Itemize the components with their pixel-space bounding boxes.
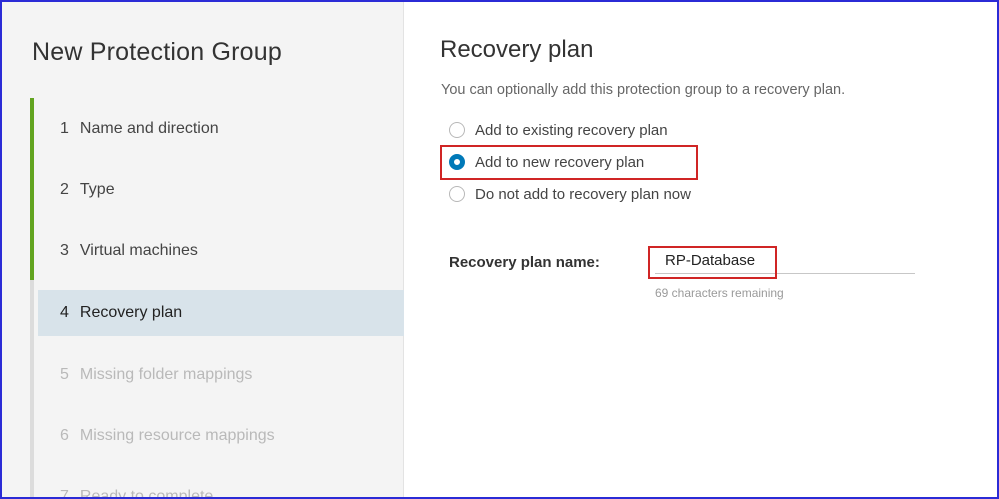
option-add-new-plan[interactable]: Add to new recovery plan bbox=[449, 151, 644, 173]
page-title: Recovery plan bbox=[440, 36, 594, 63]
wizard-content: Recovery plan You can optionally add thi… bbox=[405, 2, 997, 497]
pending-steps-rail bbox=[30, 280, 34, 497]
step-number: 5 bbox=[60, 366, 69, 383]
step-missing-folder-mappings: 5 Missing folder mappings bbox=[38, 352, 404, 398]
step-label: Recovery plan bbox=[79, 304, 183, 321]
step-label: Ready to complete bbox=[79, 488, 214, 499]
characters-remaining: 69 characters remaining bbox=[655, 286, 784, 300]
option-do-not-add[interactable]: Do not add to recovery plan now bbox=[449, 183, 691, 205]
page-description: You can optionally add this protection g… bbox=[441, 82, 846, 98]
step-label: Name and direction bbox=[79, 120, 219, 137]
step-missing-resource-mappings: 6 Missing resource mappings bbox=[38, 413, 404, 459]
step-virtual-machines[interactable]: 3 Virtual machines bbox=[38, 228, 404, 274]
step-type[interactable]: 2 Type bbox=[38, 167, 404, 213]
wizard-window: New Protection Group 1 Name and directio… bbox=[0, 0, 999, 499]
plan-name-label: Recovery plan name: bbox=[449, 254, 600, 271]
step-number: 3 bbox=[60, 242, 69, 259]
option-add-existing-plan[interactable]: Add to existing recovery plan bbox=[449, 119, 668, 141]
option-label: Add to existing recovery plan bbox=[475, 121, 668, 139]
step-number: 7 bbox=[60, 488, 69, 499]
highlight-box bbox=[648, 246, 777, 279]
step-label: Type bbox=[79, 181, 115, 198]
step-number: 6 bbox=[60, 427, 69, 444]
option-label: Do not add to recovery plan now bbox=[475, 185, 691, 203]
step-label: Virtual machines bbox=[79, 242, 198, 259]
wizard-sidebar: New Protection Group 1 Name and directio… bbox=[2, 2, 404, 499]
option-label: Add to new recovery plan bbox=[475, 153, 645, 171]
radio-unselected-icon[interactable] bbox=[449, 122, 465, 138]
step-ready-to-complete: 7 Ready to complete bbox=[38, 474, 404, 499]
step-label: Missing resource mappings bbox=[79, 427, 275, 444]
step-label: Missing folder mappings bbox=[79, 366, 253, 383]
radio-selected-icon[interactable] bbox=[449, 154, 465, 170]
wizard-title: New Protection Group bbox=[32, 38, 282, 66]
step-recovery-plan[interactable]: 4 Recovery plan bbox=[38, 290, 404, 336]
radio-unselected-icon[interactable] bbox=[449, 186, 465, 202]
completed-steps-rail bbox=[30, 98, 34, 280]
step-number: 1 bbox=[60, 120, 69, 137]
step-name-and-direction[interactable]: 1 Name and direction bbox=[38, 106, 404, 152]
step-number: 2 bbox=[60, 181, 69, 198]
step-number: 4 bbox=[60, 304, 69, 321]
